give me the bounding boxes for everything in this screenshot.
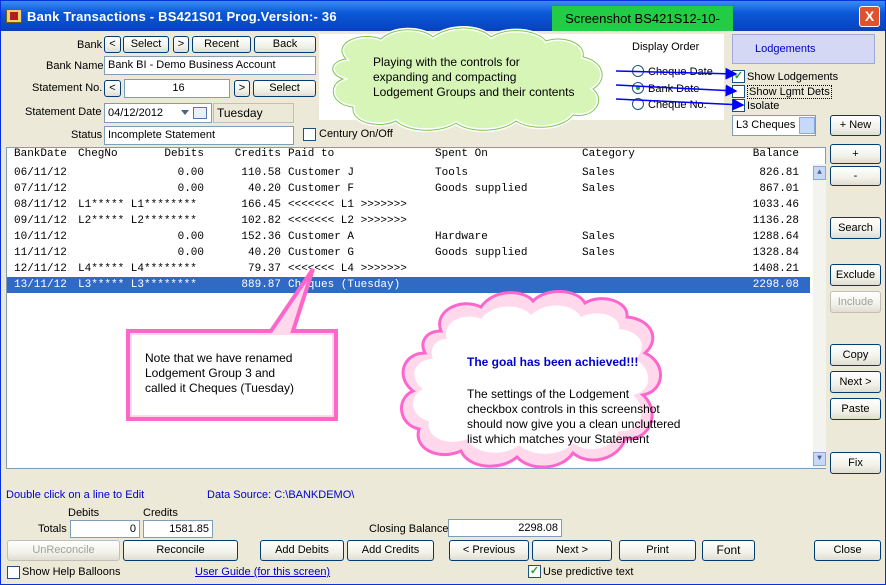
note-box-callout — [126, 267, 338, 421]
goal-line-1: The settings of the Lodgement — [467, 387, 630, 401]
note-box-text: Note that we have renamed Lodgement Grou… — [145, 351, 294, 396]
top-cloud-line-2: expanding and compacting — [373, 70, 517, 84]
note-line-1: Note that we have renamed — [145, 351, 293, 365]
note-line-2: Lodgement Group 3 and — [145, 366, 276, 380]
top-cloud-line-1: Playing with the controls for — [373, 55, 520, 69]
goal-line-3: should now give you a clean uncluttered — [467, 417, 681, 431]
arrow-show-lgmt-dets — [615, 84, 738, 97]
note-line-3: called it Cheques (Tuesday) — [145, 381, 294, 395]
goal-body: The settings of the Lodgement checkbox c… — [467, 387, 680, 447]
goal-title: The goal has been achieved!!! — [467, 355, 639, 369]
arrow-show-lodgements — [615, 67, 738, 80]
bank-transactions-window: Bank Transactions - BS421S01 Prog.Versio… — [0, 0, 886, 585]
top-cloud-text: Playing with the controls for expanding … — [373, 55, 574, 100]
goal-line-4: list which matches your Statement — [467, 432, 650, 446]
goal-line-2: checkbox controls in this screenshot — [467, 402, 660, 416]
top-cloud-line-3: Lodgement Groups and their contents — [373, 85, 575, 99]
arrow-isolate — [615, 98, 745, 111]
